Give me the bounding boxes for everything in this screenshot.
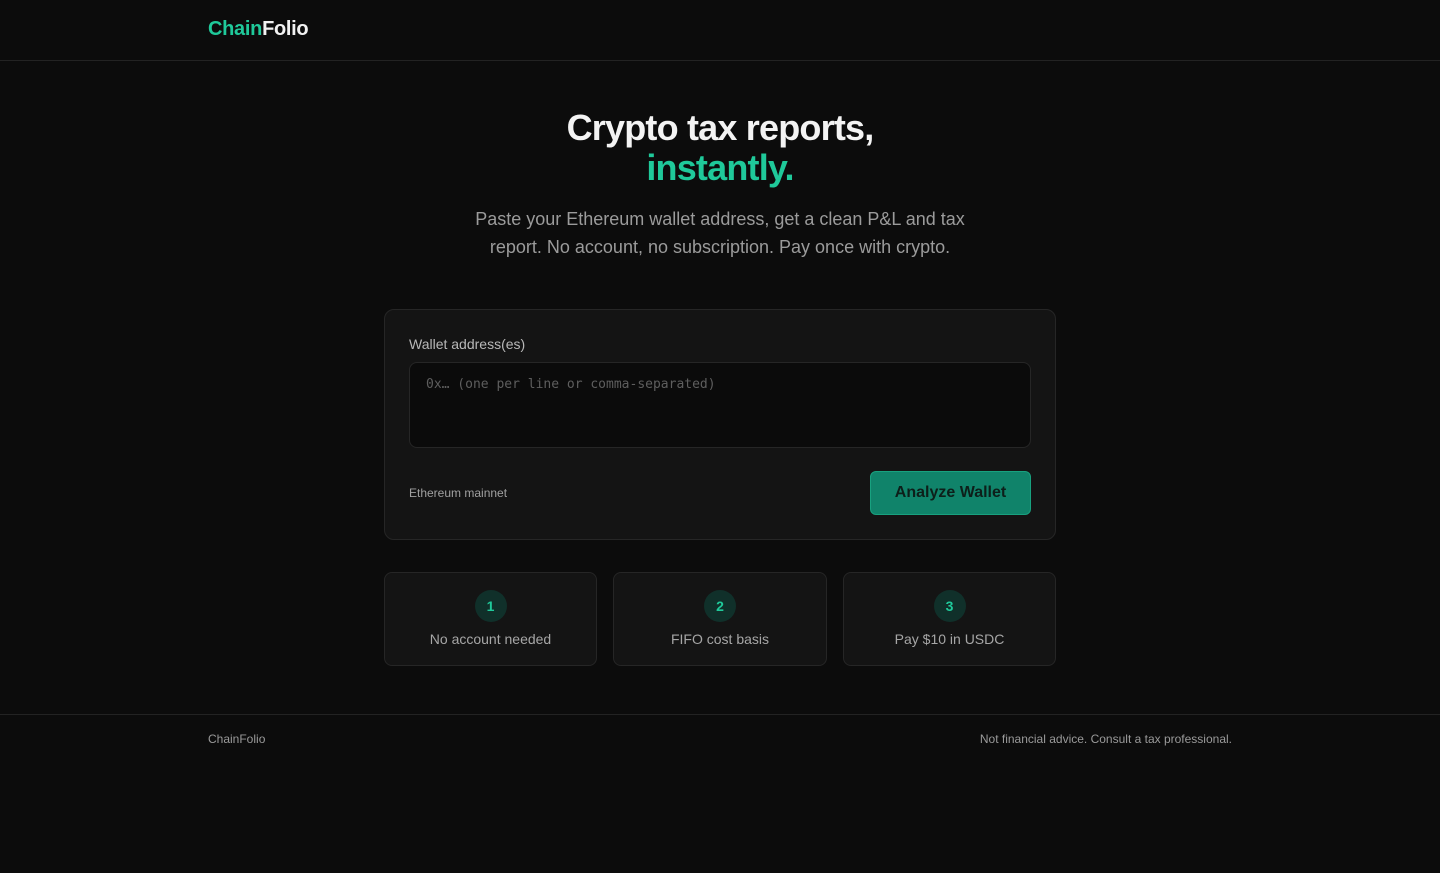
step-number-badge: 3 xyxy=(933,590,966,622)
hero-title: Crypto tax reports, instantly. xyxy=(0,108,1440,188)
footer: ChainFolio Not financial advice. Consult… xyxy=(0,714,1440,873)
wallet-address-input[interactable] xyxy=(409,362,1031,448)
wallet-form-card: Wallet address(es) Ethereum mainnet Anal… xyxy=(384,309,1056,540)
footer-disclaimer: Not financial advice. Consult a tax prof… xyxy=(979,732,1232,746)
top-bar: ChainFolio xyxy=(0,0,1440,61)
analyze-wallet-button[interactable]: Analyze Wallet xyxy=(870,471,1031,515)
step-number-badge: 2 xyxy=(704,590,736,622)
logo-folio: Folio xyxy=(262,18,309,40)
hero-title-line2: instantly. xyxy=(646,147,794,188)
footer-brand: ChainFolio xyxy=(208,732,266,746)
step-card-2: 2 FIFO cost basis xyxy=(613,572,827,666)
network-label: Ethereum mainnet xyxy=(409,486,508,500)
step-card-1: 1 No account needed xyxy=(384,572,597,666)
logo-chain: Chain xyxy=(208,18,263,40)
wallet-address-label: Wallet address(es) xyxy=(409,336,526,352)
step-card-3: 3 Pay $10 in USDC xyxy=(843,572,1056,666)
step-label: FIFO cost basis xyxy=(670,631,770,647)
logo[interactable]: ChainFolio xyxy=(208,18,309,41)
step-label: No account needed xyxy=(429,631,552,647)
step-label: Pay $10 in USDC xyxy=(894,631,1005,647)
hero-subtitle: Paste your Ethereum wallet address, get … xyxy=(475,209,965,257)
step-number-badge: 1 xyxy=(474,590,507,622)
hero-title-line1: Crypto tax reports, xyxy=(566,107,875,148)
